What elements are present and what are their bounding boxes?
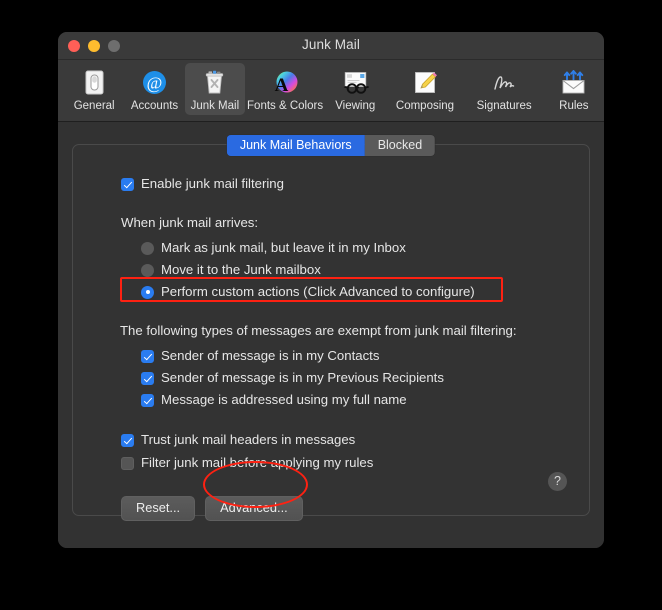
radio-mark-as-junk-label: Mark as junk mail, but leave it in my In… xyxy=(161,240,406,255)
radio-move-to-junk-mailbox[interactable] xyxy=(141,263,154,277)
exempt-heading: The following types of messages are exem… xyxy=(120,323,517,338)
checkbox-addressed-full-name[interactable] xyxy=(141,393,154,407)
toolbar-item-signatures[interactable]: Signatures xyxy=(465,63,544,115)
checkbox-sender-in-previous-recipients-label: Sender of message is in my Previous Reci… xyxy=(161,370,444,385)
svg-text:@: @ xyxy=(147,74,163,93)
toolbar-item-composing[interactable]: Composing xyxy=(385,63,464,115)
checkbox-row-addressed-full-name[interactable]: Message is addressed using my full name xyxy=(141,391,589,409)
toolbar-item-accounts-label: Accounts xyxy=(130,100,179,112)
enable-junk-mail-filtering-label: Enable junk mail filtering xyxy=(141,176,284,191)
glasses-icon xyxy=(327,67,383,98)
checkbox-row-sender-in-contacts[interactable]: Sender of message is in my Contacts xyxy=(141,347,589,365)
checkbox-addressed-full-name-label: Message is addressed using my full name xyxy=(161,392,407,407)
tab-blocked[interactable]: Blocked xyxy=(364,135,436,156)
titlebar: Junk Mail xyxy=(58,32,604,60)
tab-junk-mail-behaviors[interactable]: Junk Mail Behaviors xyxy=(226,135,365,156)
toolbar-item-accounts[interactable]: @ Accounts xyxy=(124,63,184,115)
toolbar-item-signatures-label: Signatures xyxy=(476,100,532,112)
envelope-arrows-icon xyxy=(546,67,602,98)
reset-button[interactable]: Reset... xyxy=(121,496,196,521)
checkbox-filter-before-rules-label: Filter junk mail before applying my rule… xyxy=(141,455,374,470)
checkbox-sender-in-contacts-label: Sender of message is in my Contacts xyxy=(161,348,380,363)
settings-panel: Enable junk mail filtering When junk mai… xyxy=(72,144,590,521)
checkbox-sender-in-contacts[interactable] xyxy=(141,349,154,363)
radio-perform-custom-actions-label: Perform custom actions (Click Advanced t… xyxy=(161,284,475,299)
checkbox-sender-in-previous-recipients[interactable] xyxy=(141,371,154,385)
checkbox-trust-junk-headers-label: Trust junk mail headers in messages xyxy=(141,432,356,447)
help-button[interactable]: ? xyxy=(548,472,567,491)
action-button-row: Reset... Advanced... xyxy=(121,496,589,521)
toolbar-item-rules-label: Rules xyxy=(559,100,589,112)
trash-junk-icon xyxy=(187,67,243,98)
checkbox-row-sender-in-previous-recipients[interactable]: Sender of message is in my Previous Reci… xyxy=(141,369,589,387)
toolbar-item-general-label: General xyxy=(73,100,115,112)
advanced-button[interactable]: Advanced... xyxy=(205,496,303,521)
toolbar-item-junk-mail-label: Junk Mail xyxy=(190,100,240,112)
toolbar-item-junk-mail[interactable]: Junk Mail xyxy=(184,63,246,115)
junk-mail-preferences-window: Junk Mail General @ Accounts Junk Mail A… xyxy=(58,32,604,548)
checkbox-filter-before-rules[interactable] xyxy=(121,456,134,470)
toolbar-item-viewing[interactable]: Viewing xyxy=(325,63,385,115)
toolbar-item-general[interactable]: General xyxy=(64,63,124,115)
at-sign-icon: @ xyxy=(126,67,182,98)
when-junk-mail-arrives-heading: When junk mail arrives: xyxy=(121,215,259,230)
toolbar-item-viewing-label: Viewing xyxy=(335,100,376,112)
radio-perform-custom-actions[interactable] xyxy=(141,285,154,299)
toolbar-item-fonts-colors[interactable]: A Fonts & Colors xyxy=(245,63,325,115)
tab-segmented-control: Junk Mail Behaviors Blocked xyxy=(226,135,436,156)
enable-junk-mail-filtering-row[interactable]: Enable junk mail filtering xyxy=(121,175,589,193)
toolbar-item-fonts-colors-label: Fonts & Colors xyxy=(247,100,324,112)
radio-row-move-to-junk-mailbox[interactable]: Move it to the Junk mailbox xyxy=(141,261,589,279)
window-title: Junk Mail xyxy=(302,37,360,52)
radio-row-mark-as-junk[interactable]: Mark as junk mail, but leave it in my In… xyxy=(141,239,589,257)
svg-text:A: A xyxy=(274,75,288,96)
checkbox-row-filter-before-rules[interactable]: Filter junk mail before applying my rule… xyxy=(121,454,589,472)
signature-icon xyxy=(467,67,542,98)
enable-junk-mail-filtering-checkbox[interactable] xyxy=(121,177,134,191)
preferences-toolbar: General @ Accounts Junk Mail A Fonts & C… xyxy=(58,60,604,122)
checkbox-trust-junk-headers[interactable] xyxy=(121,433,134,447)
general-icon xyxy=(66,67,122,98)
toolbar-item-rules[interactable]: Rules xyxy=(544,63,604,115)
font-color-wheel-icon: A xyxy=(247,67,323,98)
checkbox-row-trust-junk-headers[interactable]: Trust junk mail headers in messages xyxy=(121,431,589,449)
pencil-note-icon xyxy=(387,67,462,98)
radio-row-perform-custom-actions[interactable]: Perform custom actions (Click Advanced t… xyxy=(141,283,589,301)
radio-move-to-junk-mailbox-label: Move it to the Junk mailbox xyxy=(161,262,321,277)
toolbar-item-composing-label: Composing xyxy=(395,100,455,112)
settings-form: Enable junk mail filtering When junk mai… xyxy=(73,145,589,521)
radio-mark-as-junk[interactable] xyxy=(141,241,154,255)
preferences-content: Junk Mail Behaviors Blocked Enable junk … xyxy=(58,122,604,548)
